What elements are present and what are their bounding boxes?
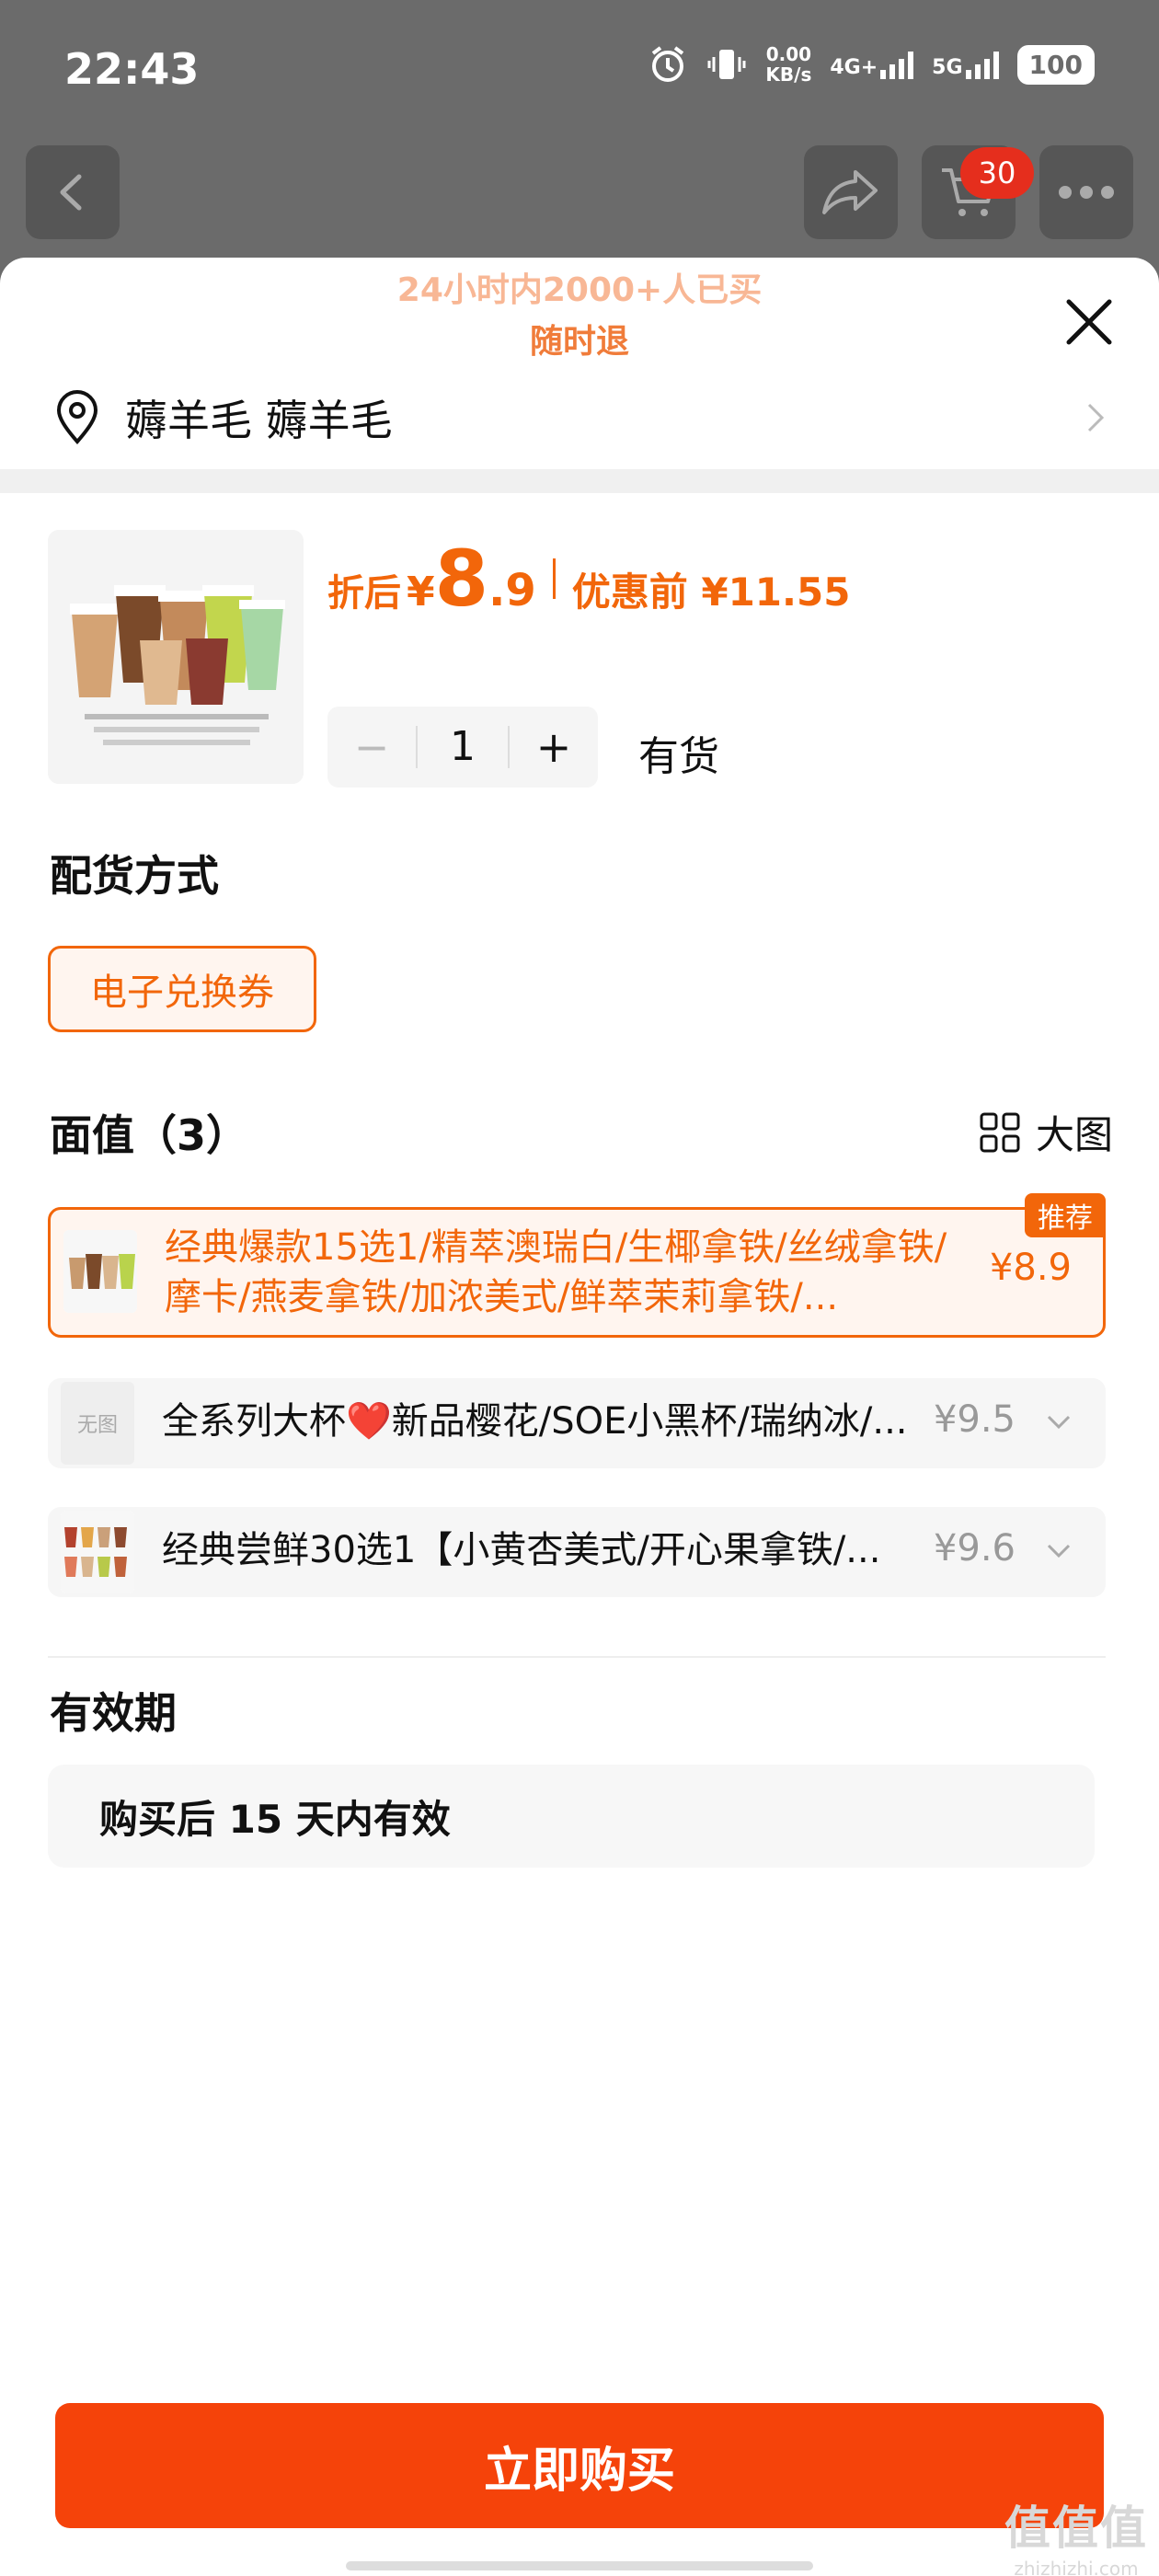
section-divider xyxy=(0,469,1159,493)
option-price: ¥8.9 xyxy=(989,1247,1072,1289)
currency-symbol: ¥ xyxy=(407,569,435,615)
price-integer: 8 xyxy=(434,534,489,624)
option-label: 全系列大杯❤️新品樱花/SOE小黑杯/瑞纳冰/... xyxy=(162,1400,908,1443)
option-label: 经典尝鲜30选1【小黄杏美式/开心果拿铁/... xyxy=(162,1529,881,1571)
status-bar: 22:43 0.00 KB/s 4G+ 5G 100 xyxy=(0,0,1159,144)
option-price: ¥9.6 xyxy=(933,1527,1016,1570)
chevron-right-icon xyxy=(1087,403,1105,432)
cart-count-badge: 30 xyxy=(960,147,1034,199)
option-label: 经典爆款15选1/精萃澳瑞白/生椰拿铁/丝绒拿铁/摩卡/燕麦拿铁/加浓美式/鲜萃… xyxy=(165,1226,947,1318)
status-icons: 0.00 KB/s 4G+ 5G 100 xyxy=(648,44,1095,85)
sold-count-banner: 24小时内2000+人已买 xyxy=(396,271,763,309)
stock-status: 有货 xyxy=(638,733,719,780)
face-value-option-3[interactable]: 经典尝鲜30选1【小黄杏美式/开心果拿铁/... ¥9.6 xyxy=(48,1507,1106,1597)
big-view-toggle[interactable]: 大图 xyxy=(979,1104,1113,1160)
sku-selection-sheet: 24小时内2000+人已买 随时退 薅羊毛 薅羊毛 折后 ¥ 8 .9 优惠前 … xyxy=(0,258,1159,2576)
no-image-placeholder: 无图 xyxy=(61,1382,134,1465)
delivery-method-title: 配货方式 xyxy=(50,851,219,901)
quantity-stepper: − 1 + xyxy=(327,707,598,788)
site-watermark: 值值值 zhizhizhi.com xyxy=(1004,2501,1148,2576)
recommended-badge: 推荐 xyxy=(1025,1193,1106,1237)
signal-bars-icon xyxy=(880,50,914,79)
close-icon[interactable] xyxy=(1060,293,1119,351)
address-text: 薅羊毛 薅羊毛 xyxy=(125,396,393,445)
more-dots-icon xyxy=(1059,186,1114,199)
face-value-option-1[interactable]: 经典爆款15选1/精萃澳瑞白/生椰拿铁/丝绒拿铁/摩卡/燕麦拿铁/加浓美式/鲜萃… xyxy=(48,1193,1106,1338)
decrease-quantity-button[interactable]: − xyxy=(327,722,416,772)
signal-sim1: 4G+ xyxy=(830,50,914,79)
section-divider xyxy=(48,1656,1106,1658)
option-thumbnail xyxy=(63,1230,137,1313)
product-image[interactable] xyxy=(48,530,304,784)
price-line: 折后 ¥ 8 .9 优惠前 ¥11.55 xyxy=(327,534,850,624)
quantity-value[interactable]: 1 xyxy=(416,726,510,768)
back-button[interactable] xyxy=(26,145,120,239)
vibrate-icon xyxy=(707,50,746,79)
price-separator xyxy=(552,558,556,599)
grid-icon xyxy=(980,1112,1020,1152)
more-button[interactable] xyxy=(1039,145,1133,239)
status-time: 22:43 xyxy=(64,44,200,94)
option-price: ¥9.5 xyxy=(933,1398,1016,1441)
coffee-cups-image xyxy=(48,530,304,784)
chevron-down-icon[interactable] xyxy=(1045,1411,1073,1433)
option-thumbnail xyxy=(61,1511,134,1593)
face-value-option-2[interactable]: 无图 全系列大杯❤️新品樱花/SOE小黑杯/瑞纳冰/... ¥9.5 xyxy=(48,1378,1106,1468)
increase-quantity-button[interactable]: + xyxy=(510,722,598,772)
pre-discount-price: 优惠前 ¥11.55 xyxy=(571,569,851,615)
big-view-label: 大图 xyxy=(1035,1112,1113,1157)
price-decimal: .9 xyxy=(488,565,536,616)
location-pin-icon xyxy=(56,390,98,445)
signal-bars-icon xyxy=(965,50,999,79)
home-indicator[interactable] xyxy=(346,2561,813,2570)
refund-policy: 随时退 xyxy=(529,323,629,361)
share-icon xyxy=(822,170,878,214)
buy-now-button[interactable]: 立即购买 xyxy=(55,2403,1104,2528)
delivery-option-evoucher[interactable]: 电子兑换券 xyxy=(48,946,316,1032)
discount-price-label: 折后 xyxy=(327,572,401,615)
network-speed: 0.00 KB/s xyxy=(765,43,812,86)
battery-indicator: 100 xyxy=(1016,44,1095,85)
share-button[interactable] xyxy=(804,145,898,239)
face-value-title: 面值（3） xyxy=(50,1110,249,1160)
chevron-down-icon[interactable] xyxy=(1045,1540,1073,1562)
signal-sim2: 5G xyxy=(932,50,999,79)
validity-info: 购买后 15 天内有效 xyxy=(48,1765,1095,1868)
address-row[interactable]: 薅羊毛 薅羊毛 xyxy=(52,375,1109,460)
validity-title: 有效期 xyxy=(50,1688,177,1738)
chevron-left-icon xyxy=(60,174,82,211)
alarm-icon xyxy=(652,46,684,82)
